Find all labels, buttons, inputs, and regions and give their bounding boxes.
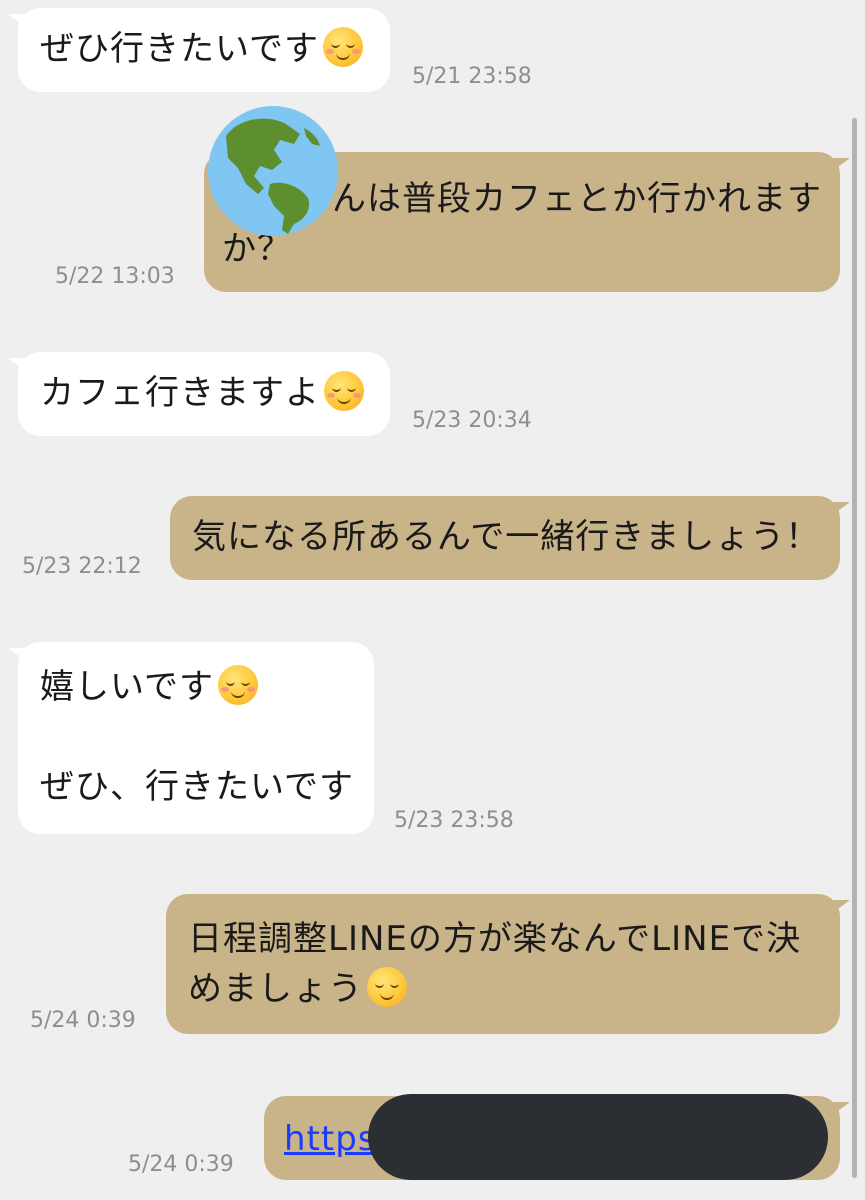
message-bubble-received[interactable]: 嬉しいです ぜひ、行きたいです [8, 642, 374, 834]
globe-americas-icon [208, 106, 338, 236]
message-text-line: か？ [222, 229, 292, 269]
message-timestamp: 5/22 13:03 [55, 264, 175, 289]
smiling-face-icon [324, 371, 364, 411]
message-text: カフェ行きますよ [40, 373, 320, 413]
message-timestamp: 5/23 22:12 [22, 554, 142, 579]
message-timestamp: 5/21 23:58 [412, 64, 532, 89]
message-timestamp: 5/23 23:58 [394, 808, 514, 833]
message-timestamp: 5/24 0:39 [30, 1008, 136, 1033]
message-text-line: 日程調整LINEの方が楽なんでLINEで決 [188, 919, 802, 959]
message-bubble-sent[interactable]: 日程調整LINEの方が楽なんでLINEで決 めましょう [166, 894, 850, 1034]
message-text-line: ぜひ、行きたいです [40, 767, 354, 807]
message-text: ぜひ行きたいです [40, 29, 319, 69]
message-text-line: めましょう [188, 969, 363, 1009]
message-text: 気になる所あるんで一緒行きましょう！ [192, 517, 821, 557]
redaction-overlay [368, 1094, 828, 1180]
message-link[interactable]: https [284, 1119, 377, 1159]
message-bubble-sent[interactable]: 気になる所あるんで一緒行きましょう！ [170, 496, 850, 580]
message-timestamp: 5/24 0:39 [128, 1152, 234, 1177]
relieved-face-icon [367, 967, 407, 1007]
smiling-face-icon [322, 27, 363, 67]
message-text-line: 嬉しいです [40, 667, 214, 707]
message-text-line: んは普段カフェとか行かれます [332, 179, 822, 219]
message-bubble-received[interactable]: ぜひ行きたいです [8, 8, 390, 92]
smiling-face-icon [217, 665, 258, 705]
message-bubble-received[interactable]: カフェ行きますよ [8, 352, 390, 436]
scrollbar[interactable] [852, 118, 857, 1178]
message-timestamp: 5/23 20:34 [412, 408, 532, 433]
